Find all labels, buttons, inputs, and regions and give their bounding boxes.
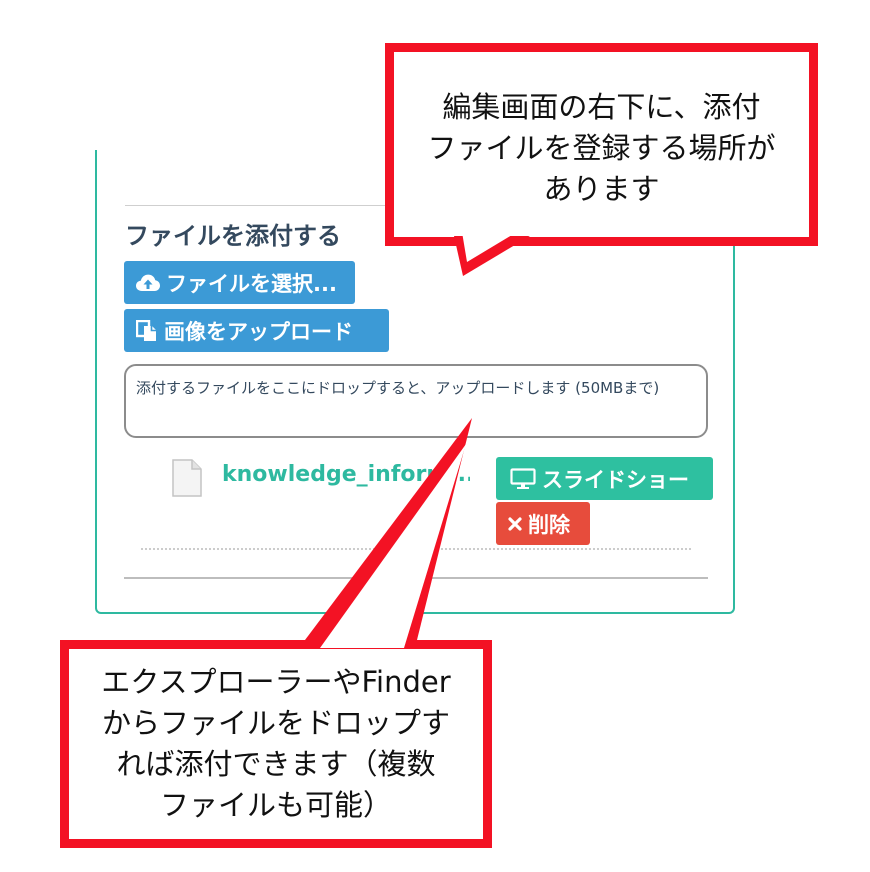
close-icon (508, 516, 522, 531)
top-callout: 編集画面の右下に、添付 ファイルを登録する場所が あります (385, 43, 818, 246)
attached-file-link[interactable]: knowledge_inform... (222, 462, 470, 487)
bottom-callout-text: エクスプローラーやFinder からファイルをドロップす れば添付できます（複数… (101, 665, 451, 822)
delete-label: 削除 (528, 512, 570, 537)
slideshow-button[interactable]: スライドショー (496, 457, 713, 500)
upload-image-button[interactable]: 画像をアップロード (124, 309, 389, 352)
top-callout-text: 編集画面の右下に、添付 ファイルを登録する場所が あります (427, 90, 776, 206)
panel-bottom-rule (124, 577, 708, 579)
cloud-upload-icon (136, 274, 160, 292)
file-icon (172, 459, 202, 501)
monitor-icon (510, 467, 536, 490)
bottom-callout: エクスプローラーやFinder からファイルをドロップす れば添付できます（複数… (60, 640, 492, 848)
choose-file-button[interactable]: ファイルを選択... (124, 261, 355, 304)
copy-icon (136, 319, 158, 342)
delete-button[interactable]: 削除 (496, 502, 590, 545)
drop-zone-text: 添付するファイルをここにドロップすると、アップロードします (50MBまで) (136, 379, 660, 397)
attach-section-title: ファイルを添付する (125, 222, 341, 250)
file-row-divider (141, 548, 691, 550)
screenshot-stage: ファイルを添付する ファイルを選択... 画像をアップロード 添付するファイルを… (0, 0, 870, 872)
choose-file-label: ファイルを選択... (166, 271, 337, 296)
upload-image-label: 画像をアップロード (164, 319, 353, 344)
drop-zone[interactable]: 添付するファイルをここにドロップすると、アップロードします (50MBまで) (124, 364, 708, 438)
slideshow-label: スライドショー (542, 467, 689, 492)
